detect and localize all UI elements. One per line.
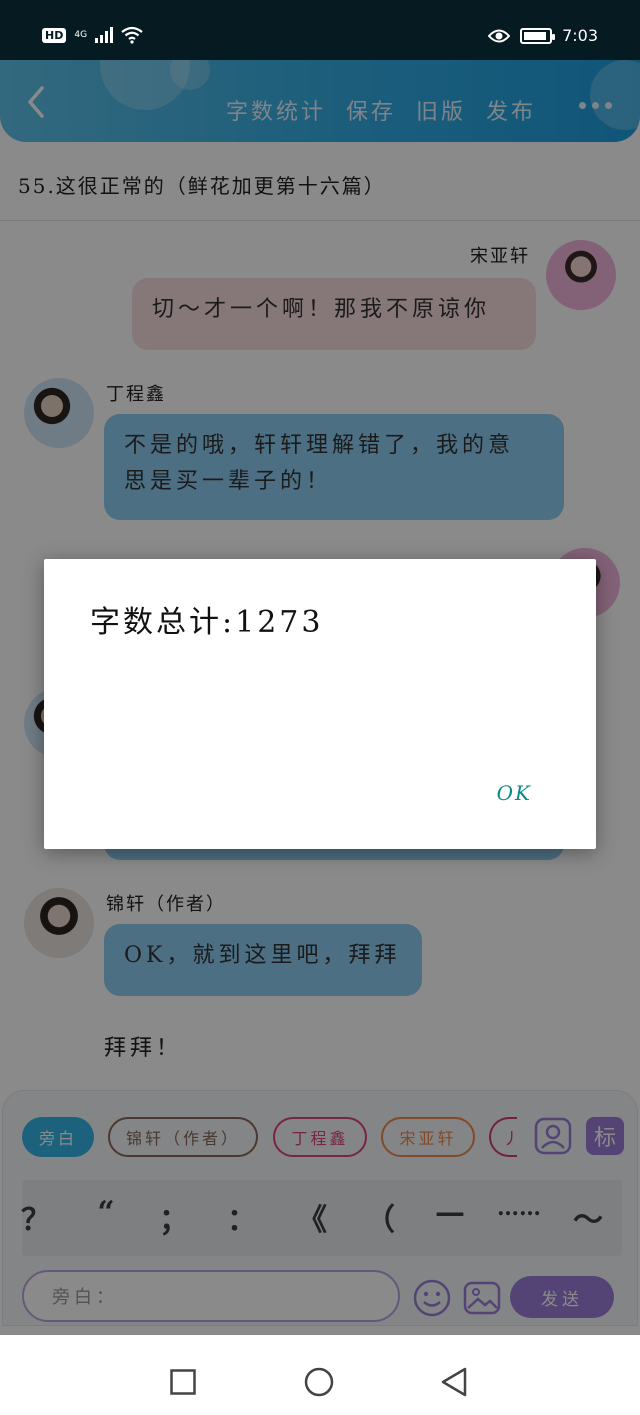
recent-apps-icon[interactable] [170,1369,196,1395]
network-type: 4G [74,30,88,40]
dialog-ok-button[interactable]: OK [497,781,532,805]
home-icon[interactable] [304,1367,334,1397]
dialog-message: 字数总计:1273 [90,605,324,640]
battery-icon [520,27,556,44]
wifi-icon [121,26,143,44]
eye-icon [488,29,511,42]
system-nav-bar [0,1335,640,1415]
status-bar: HD 4G 7:03 [0,0,640,60]
signal-icon [95,27,114,43]
hd-indicator: HD [42,27,67,43]
back-nav-icon[interactable] [440,1367,468,1397]
status-left: HD 4G [42,26,143,44]
status-right: 7:03 [488,26,598,45]
word-count-dialog: 字数总计:1273 OK [44,559,596,849]
clock: 7:03 [562,26,598,45]
